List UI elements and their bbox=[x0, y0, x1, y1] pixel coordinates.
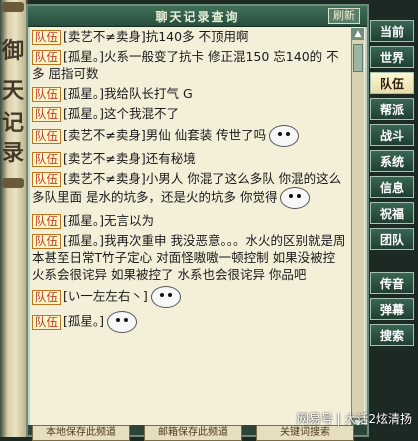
calligraphy-char: 录 bbox=[2, 140, 25, 166]
smiley-emoji-icon bbox=[269, 125, 300, 147]
chat-message: 队伍 [卖艺不≠卖身]还有秘境 bbox=[32, 150, 348, 167]
chat-message: 队伍 [孤星。]我给队长打气 G bbox=[32, 85, 348, 102]
channel-tag-team[interactable]: 队伍 bbox=[32, 128, 61, 144]
save-local-button[interactable]: 本地保存此频道 bbox=[32, 425, 130, 441]
scroll-up-arrow-icon[interactable]: ▲ bbox=[352, 28, 364, 40]
tab-world[interactable]: 世界 bbox=[370, 46, 414, 68]
tab-system[interactable]: 系统 bbox=[370, 150, 414, 172]
channel-tag-team[interactable]: 队伍 bbox=[32, 314, 61, 330]
laughing-emoji-icon bbox=[280, 187, 311, 209]
left-scroll-decoration: 御 天 记 录 bbox=[0, 0, 28, 437]
chat-message: 队伍 [孤星。]火系一般变了抗卡 修正混150 忘140的 不多 屈指可数 bbox=[32, 48, 348, 82]
tab-group[interactable]: 团队 bbox=[370, 228, 414, 250]
channel-tag-team[interactable]: 队伍 bbox=[32, 234, 61, 249]
channel-tag-team[interactable]: 队伍 bbox=[32, 214, 61, 229]
scroll-knob-top bbox=[2, 2, 24, 12]
window-title: 聊天记录查询 bbox=[155, 10, 240, 24]
tab-danmaku[interactable]: 弹幕 bbox=[370, 298, 414, 320]
channel-tabs: 当前 世界 队伍 帮派 战斗 系统 信息 祝福 团队 传音 弹幕 搜索 bbox=[370, 20, 416, 350]
message-text: [孤星。]火系一般变了抗卡 修正混150 忘140的 不多 屈指可数 bbox=[32, 49, 339, 81]
chat-history-window: 聊天记录查询 刷新 队伍 [卖艺不≠卖身]抗140多 不顶用啊 队伍 [孤星。]火系… bbox=[26, 4, 369, 441]
calligraphy-char: 御 bbox=[2, 38, 25, 64]
channel-tag-team[interactable]: 队伍 bbox=[32, 50, 61, 65]
calligraphy-char: 记 bbox=[2, 110, 25, 136]
chat-scrollbar[interactable]: ▲ ▼ bbox=[351, 28, 364, 430]
message-text: [孤星。] bbox=[63, 313, 105, 329]
message-text: [卖艺不≠卖身]男仙 仙套装 传世了吗 bbox=[63, 127, 267, 143]
tab-blessing[interactable]: 祝福 bbox=[370, 202, 414, 224]
channel-tag-team[interactable]: 队伍 bbox=[32, 289, 61, 305]
crying-emoji-icon bbox=[107, 311, 138, 333]
chat-message: 队伍 [卖艺不≠卖身]抗140多 不顶用啊 bbox=[32, 28, 348, 45]
message-text: [孤星。]我给队长打气 G bbox=[63, 86, 193, 101]
calligraphy-char: 天 bbox=[2, 78, 25, 104]
keyword-search-button[interactable]: 关键词搜索 bbox=[256, 425, 354, 441]
chat-message: 队伍 [卖艺不≠卖身]男仙 仙套装 传世了吗 bbox=[32, 125, 348, 147]
smug-emoji-icon bbox=[150, 286, 181, 308]
refresh-button[interactable]: 刷新 bbox=[328, 8, 360, 24]
message-text: [孤星。]我再次重申 我没恶意。。。水火的区别就是周本甚至日常T竹子定心 对面怪… bbox=[32, 233, 346, 282]
channel-tag-team[interactable]: 队伍 bbox=[32, 107, 61, 122]
tab-guild[interactable]: 帮派 bbox=[370, 98, 414, 120]
message-text: [い一左左右丶] bbox=[63, 288, 148, 304]
scrollbar-thumb[interactable] bbox=[353, 44, 363, 72]
tab-whisper[interactable]: 传音 bbox=[370, 272, 414, 294]
tab-info[interactable]: 信息 bbox=[370, 176, 414, 198]
watermark: 网易号 | 大话2炫清扬 bbox=[296, 412, 412, 426]
scroll-knob-bottom bbox=[2, 178, 24, 188]
chat-message: 队伍 [孤星。]无言以为 bbox=[32, 212, 348, 229]
chat-message: 队伍 [孤星。] bbox=[32, 311, 348, 333]
message-text: [卖艺不≠卖身]还有秘境 bbox=[63, 151, 196, 166]
channel-tag-team[interactable]: 队伍 bbox=[32, 87, 61, 102]
chat-message: 队伍 [孤星。]我再次重申 我没恶意。。。水火的区别就是周本甚至日常T竹子定心 对… bbox=[32, 232, 348, 283]
tab-current[interactable]: 当前 bbox=[370, 20, 414, 42]
title-bar[interactable]: 聊天记录查询 刷新 bbox=[28, 6, 367, 27]
channel-tag-team[interactable]: 队伍 bbox=[32, 152, 61, 167]
message-text: [孤星。]无言以为 bbox=[63, 213, 155, 228]
message-text: [孤星。]这个我混不了 bbox=[63, 106, 180, 121]
tab-battle[interactable]: 战斗 bbox=[370, 124, 414, 146]
chat-message: 队伍 [卖艺不≠卖身]小男人 你混了这么多队 你混的这么多队里面 是水的坑多，还是… bbox=[32, 170, 348, 209]
tab-team[interactable]: 队伍 bbox=[370, 72, 414, 94]
tab-search[interactable]: 搜索 bbox=[370, 324, 414, 346]
chat-message: 队伍 [孤星。]这个我混不了 bbox=[32, 105, 348, 122]
channel-tag-team[interactable]: 队伍 bbox=[32, 30, 61, 45]
save-mail-button[interactable]: 邮箱保存此频道 bbox=[144, 425, 242, 441]
channel-tag-team[interactable]: 队伍 bbox=[32, 172, 61, 187]
message-text: [卖艺不≠卖身]抗140多 不顶用啊 bbox=[63, 29, 249, 44]
chat-message: 队伍 [い一左左右丶] bbox=[32, 286, 348, 308]
chat-log: 队伍 [卖艺不≠卖身]抗140多 不顶用啊 队伍 [孤星。]火系一般变了抗卡 修正混… bbox=[32, 28, 348, 432]
